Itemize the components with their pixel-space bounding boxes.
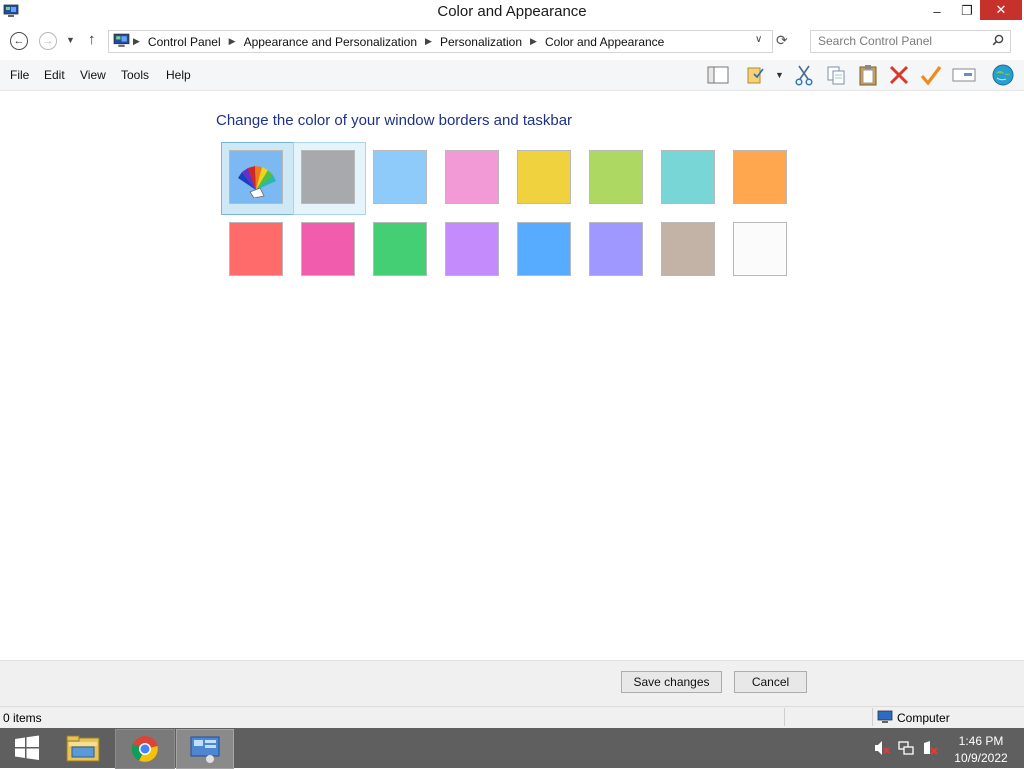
arrow-left-icon: ← — [13, 35, 25, 47]
address-bar[interactable]: ▶ Control Panel ▶ Appearance and Persona… — [108, 30, 773, 53]
menu-file[interactable]: File — [10, 68, 29, 82]
properties-icon[interactable] — [743, 62, 769, 88]
item-count: 0 items — [3, 711, 42, 725]
web-icon[interactable] — [990, 62, 1016, 88]
control-panel-icon — [113, 33, 130, 47]
menu-tools[interactable]: Tools — [121, 68, 149, 82]
arrow-right-icon: → — [42, 35, 54, 47]
status-divider — [872, 708, 873, 726]
status-bar — [0, 706, 1024, 729]
color-swatch-pink[interactable] — [445, 150, 499, 204]
copy-icon[interactable] — [823, 62, 849, 88]
color-swatch-red[interactable] — [229, 222, 283, 276]
color-swatch-green[interactable] — [373, 222, 427, 276]
dropdown-icon[interactable]: ▼ — [775, 70, 784, 80]
paste-icon[interactable] — [855, 62, 881, 88]
breadcrumb-color-appearance[interactable]: Color and Appearance — [545, 35, 664, 49]
status-divider — [784, 708, 785, 726]
restore-button[interactable]: ❐ — [952, 0, 982, 22]
search-icon[interactable] — [992, 34, 1004, 49]
color-swatch-taupe[interactable] — [661, 222, 715, 276]
color-swatch-lime[interactable] — [589, 150, 643, 204]
color-swatch-blue[interactable] — [517, 222, 571, 276]
refresh-button[interactable]: ⟳ — [776, 32, 788, 49]
up-button[interactable]: ↑ — [88, 31, 96, 48]
clock-time[interactable]: 1:46 PM — [952, 734, 1010, 748]
color-swatch-violet[interactable] — [445, 222, 499, 276]
layout-icon[interactable] — [705, 62, 731, 88]
chevron-right-icon[interactable]: ▶ — [425, 36, 432, 47]
save-changes-button[interactable]: Save changes — [621, 671, 722, 693]
forward-button[interactable]: → — [39, 32, 57, 50]
checkmark-icon[interactable] — [918, 62, 944, 88]
search-box[interactable] — [810, 30, 1011, 53]
rename-icon[interactable] — [951, 62, 977, 88]
chevron-right-icon: ▶ — [133, 36, 140, 46]
breadcrumb-control-panel[interactable]: Control Panel — [148, 35, 221, 49]
color-swatch-yellow[interactable] — [517, 150, 571, 204]
color-swatch-white[interactable] — [733, 222, 787, 276]
control-panel-taskbar-icon[interactable] — [176, 729, 234, 769]
close-button[interactable]: ✕ — [980, 0, 1022, 20]
windows-start-icon[interactable] — [0, 729, 54, 767]
address-dropdown-button[interactable]: ∨ — [755, 34, 762, 45]
color-swatch-teal[interactable] — [661, 150, 715, 204]
color-swatch-gray[interactable] — [301, 150, 355, 204]
search-input[interactable] — [818, 33, 986, 49]
color-swatch-periwinkle[interactable] — [589, 222, 643, 276]
action-center-icon[interactable] — [922, 740, 938, 756]
network-icon[interactable] — [898, 740, 914, 756]
clock-date[interactable]: 10/9/2022 — [952, 751, 1010, 765]
cut-icon[interactable] — [791, 62, 817, 88]
volume-muted-icon[interactable] — [874, 740, 890, 756]
menu-help[interactable]: Help — [166, 68, 191, 82]
breadcrumb-personalization[interactable]: Personalization — [440, 35, 522, 49]
delete-icon[interactable] — [886, 62, 912, 88]
location-label: Computer — [897, 711, 950, 725]
chrome-icon[interactable] — [115, 729, 175, 769]
menu-view[interactable]: View — [80, 68, 106, 82]
color-swatch-orange[interactable] — [733, 150, 787, 204]
color-swatch-sky[interactable] — [373, 150, 427, 204]
back-button[interactable]: ← — [10, 32, 28, 50]
page-heading: Change the color of your window borders … — [216, 112, 573, 129]
button-bar — [0, 660, 1024, 707]
minimize-button[interactable]: – — [922, 0, 952, 22]
file-explorer-icon[interactable] — [56, 729, 110, 767]
color-swatch-magenta[interactable] — [301, 222, 355, 276]
cancel-button[interactable]: Cancel — [734, 671, 807, 693]
window-title: Color and Appearance — [437, 3, 587, 20]
computer-icon — [877, 710, 893, 723]
chevron-right-icon[interactable]: ▶ — [229, 36, 236, 47]
menu-edit[interactable]: Edit — [44, 68, 65, 82]
chevron-right-icon[interactable]: ▶ — [530, 36, 537, 47]
breadcrumb: ▶ Control Panel ▶ Appearance and Persona… — [133, 31, 664, 52]
recent-locations-button[interactable]: ▼ — [66, 35, 75, 45]
color-wheel-icon — [238, 166, 276, 198]
breadcrumb-appearance-personalization[interactable]: Appearance and Personalization — [244, 35, 417, 49]
